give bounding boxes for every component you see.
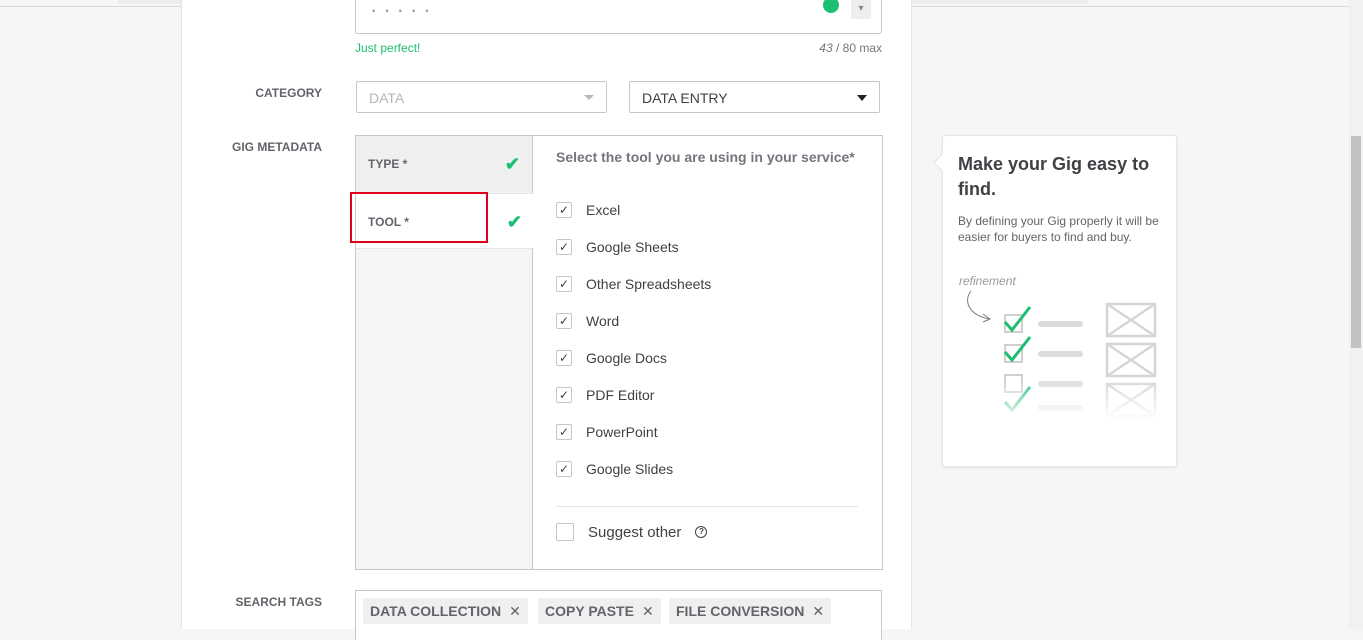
tip-text: By defining your Gig properly it will be… — [958, 214, 1159, 244]
tip-panel: Make your Gig easy to find. By defining … — [933, 135, 1177, 467]
tip-pointer — [933, 153, 952, 172]
remove-tag-icon[interactable]: ✕ — [642, 603, 654, 619]
remove-tag-icon[interactable]: ✕ — [509, 603, 521, 619]
check-icon: ✔ — [504, 154, 520, 174]
char-count-max: / 80 max — [832, 41, 882, 55]
checkbox[interactable] — [556, 523, 574, 541]
remove-tag-icon[interactable]: ✕ — [812, 603, 824, 619]
checkbox[interactable]: ✓ — [556, 461, 572, 477]
tool-tab-highlight — [350, 192, 488, 243]
option-label: PDF Editor — [586, 387, 655, 403]
category-select[interactable]: DATA — [356, 81, 607, 113]
option-suggest-other[interactable]: Suggest other ? — [556, 523, 708, 541]
option-google-sheets[interactable]: ✓ Google Sheets — [556, 238, 679, 256]
suggest-other-label: Suggest other — [588, 523, 682, 541]
tip-title: Make your Gig easy to find. — [958, 154, 1150, 199]
option-label: Word — [586, 313, 620, 329]
option-label: Other Spreadsheets — [586, 276, 712, 292]
checkbox[interactable]: ✓ — [556, 424, 572, 440]
caret-down-icon — [584, 95, 594, 100]
valid-indicator-icon — [823, 0, 839, 13]
option-other-spreadsheets[interactable]: ✓ Other Spreadsheets — [556, 275, 711, 293]
tag-label: FILE CONVERSION — [676, 603, 805, 619]
option-google-docs[interactable]: ✓ Google Docs — [556, 349, 667, 367]
subcategory-value: DATA ENTRY — [642, 90, 728, 106]
tag-label: COPY PASTE — [545, 603, 634, 619]
option-excel[interactable]: ✓ Excel — [556, 201, 620, 219]
option-pdf-editor[interactable]: ✓ PDF Editor — [556, 386, 654, 404]
tab-type-label: TYPE * — [368, 157, 408, 171]
scrollbar-track[interactable] — [1349, 0, 1363, 629]
resize-handle-icon[interactable]: ▾ — [851, 0, 871, 19]
gig-metadata-label: GIG METADATA — [232, 140, 322, 154]
help-icon[interactable]: ? — [695, 526, 708, 538]
option-label: Excel — [586, 202, 621, 218]
option-google-slides[interactable]: ✓ Google Slides — [556, 460, 673, 478]
title-hint: Just perfect! — [355, 41, 421, 55]
checkbox[interactable]: ✓ — [556, 276, 572, 292]
tag-chip: DATA COLLECTION ✕ — [363, 598, 528, 624]
tool-question: Select the tool you are using in your se… — [556, 149, 855, 165]
caret-down-icon — [857, 95, 867, 101]
gig-title-input[interactable]: ····· ▾ — [355, 0, 882, 34]
char-count-current: 43 — [819, 41, 833, 55]
category-value: DATA — [369, 90, 405, 106]
option-label: Google Sheets — [586, 239, 679, 255]
option-powerpoint[interactable]: ✓ PowerPoint — [556, 423, 658, 441]
checkbox[interactable]: ✓ — [556, 387, 572, 403]
scrollbar-thumb[interactable] — [1351, 136, 1361, 348]
option-label: Google Docs — [586, 350, 667, 366]
tab-type[interactable]: TYPE * ✔ — [356, 136, 532, 192]
options-divider — [556, 506, 858, 507]
title-char-count: 43 / 80 max — [760, 41, 882, 55]
option-word[interactable]: ✓ Word — [556, 312, 619, 330]
checkbox[interactable]: ✓ — [556, 313, 572, 329]
option-label: Google Slides — [586, 461, 674, 477]
refinement-illustration: refinement — [955, 271, 1165, 421]
title-text-fragment: ····· — [370, 0, 437, 22]
tag-chip: COPY PASTE ✕ — [538, 598, 661, 624]
checkbox[interactable]: ✓ — [556, 239, 572, 255]
category-label: CATEGORY — [255, 86, 322, 100]
checkbox[interactable]: ✓ — [556, 350, 572, 366]
subcategory-select[interactable]: DATA ENTRY — [629, 81, 880, 113]
search-tags-input[interactable]: DATA COLLECTION ✕ COPY PASTE ✕ FILE CONVER… — [355, 590, 882, 640]
option-label: PowerPoint — [586, 424, 658, 440]
tag-chip: FILE CONVERSION ✕ — [669, 598, 832, 624]
search-tags-label: SEARCH TAGS — [235, 595, 322, 609]
tag-label: DATA COLLECTION — [370, 603, 502, 619]
check-icon: ✔ — [506, 212, 522, 232]
checkbox[interactable]: ✓ — [556, 202, 572, 218]
